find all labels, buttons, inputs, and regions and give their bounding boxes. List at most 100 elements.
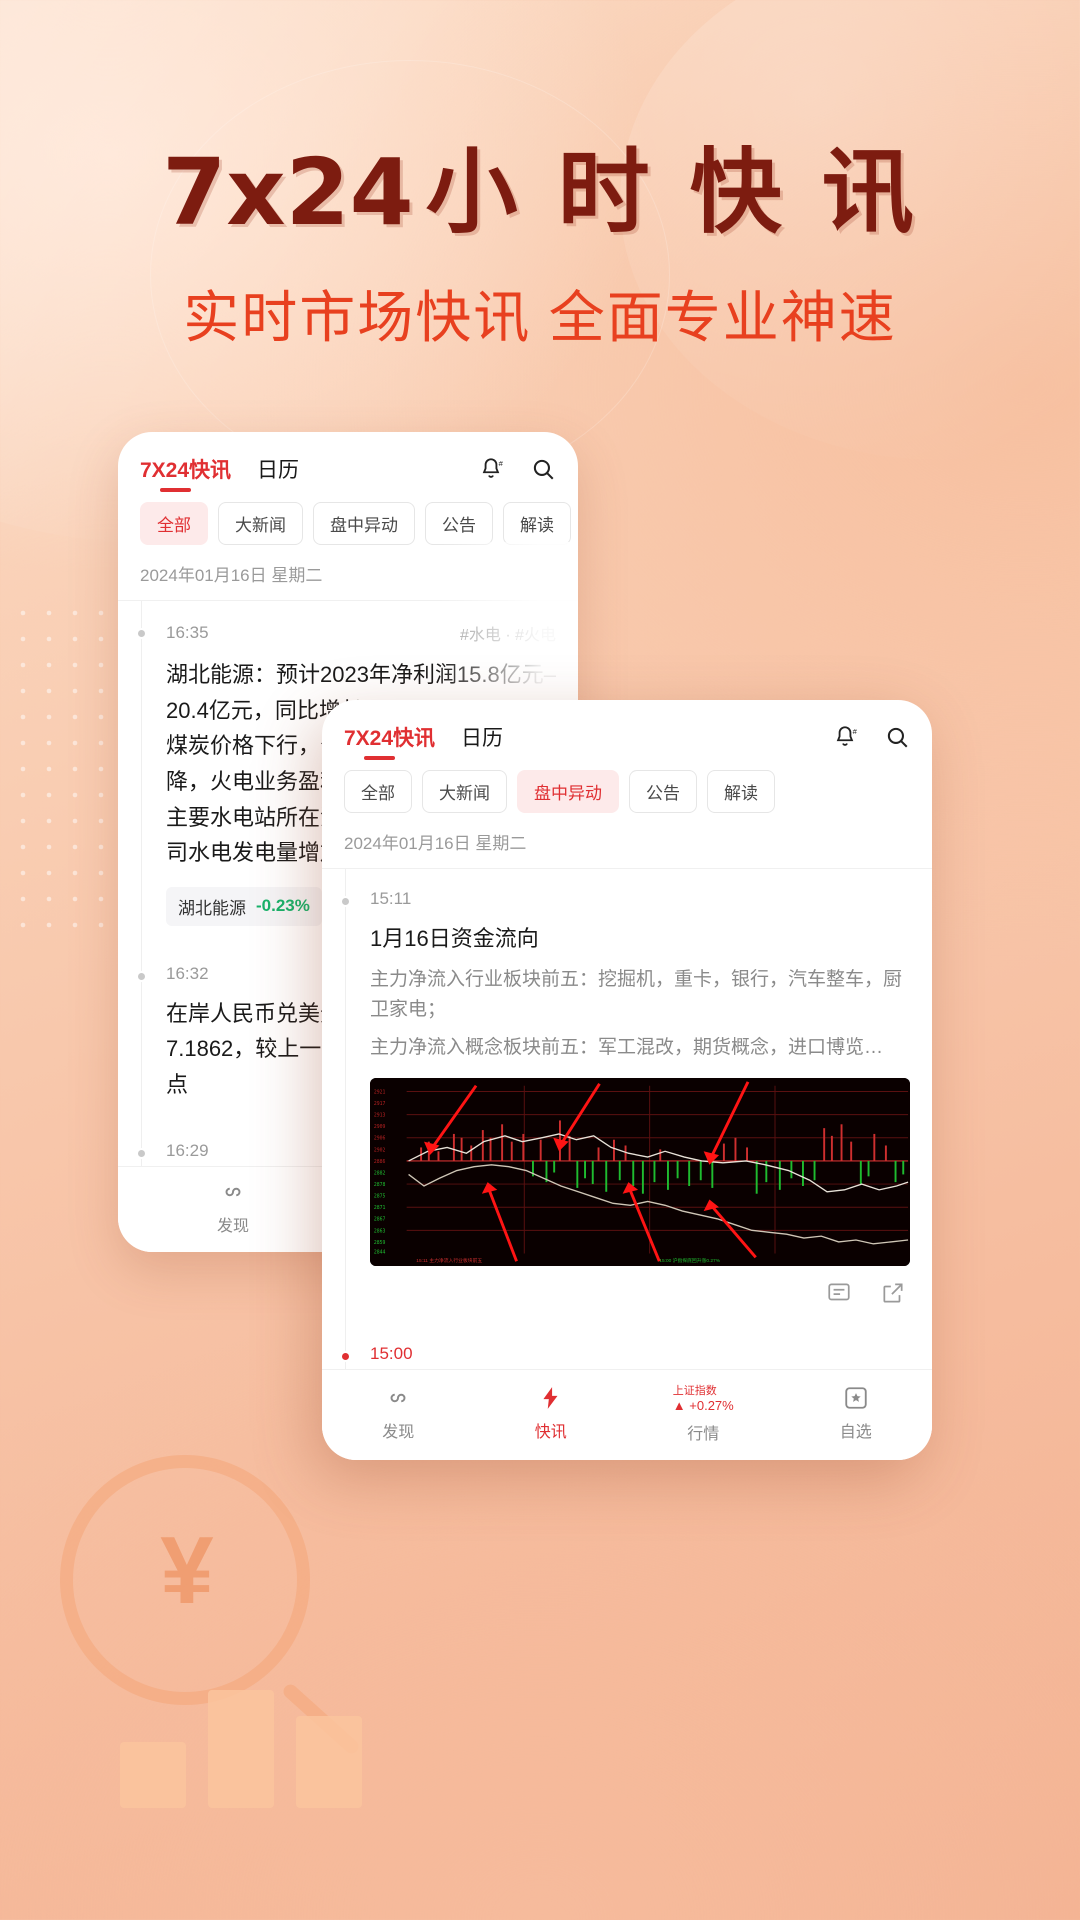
search-icon[interactable]	[530, 456, 556, 482]
card-actions	[370, 1266, 910, 1306]
bell-icon[interactable]: #	[832, 724, 858, 750]
news-item-header: 15:11	[370, 889, 910, 909]
phone-mockup-front: 7X24快讯 日历 # 全部 大新闻 盘中异动 公告 解读 2024年01月16…	[322, 700, 932, 1460]
nav-label: 发现	[216, 1218, 249, 1235]
news-time: 16:29	[166, 1140, 209, 1160]
app-header: 7X24快讯 日历 #	[118, 432, 578, 492]
news-title: 1月16日资金流向	[370, 926, 539, 951]
chip-interpretation[interactable]: 解读	[503, 502, 571, 545]
bell-icon[interactable]: #	[478, 456, 504, 482]
tab-7x24-news[interactable]: 7X24快讯	[140, 454, 231, 492]
svg-text:2867: 2867	[374, 1217, 386, 1223]
chip-intraday[interactable]: 盘中异动	[313, 502, 415, 545]
stock-badge[interactable]: 湖北能源 -0.23%	[166, 886, 322, 926]
chip-big-news[interactable]: 大新闻	[422, 770, 507, 813]
svg-text:2886: 2886	[374, 1159, 386, 1165]
share-icon[interactable]	[880, 1280, 906, 1306]
news-tags[interactable]: #水电 · #火电	[460, 621, 556, 645]
timeline-dot-icon	[136, 1147, 147, 1159]
svg-text:2875: 2875	[374, 1193, 386, 1199]
header-icons: #	[478, 456, 556, 482]
news-time: 15:00	[370, 1343, 413, 1363]
news-item[interactable]: 15:11 1月16日资金流向 主力净流入行业板块前五：挖掘机，重卡，银行，汽车…	[322, 869, 932, 1324]
tab-calendar[interactable]: 日历	[461, 722, 503, 752]
nav-discover[interactable]: 发现	[197, 1179, 269, 1236]
search-icon[interactable]	[884, 724, 910, 750]
nav-label: 自选	[839, 1423, 872, 1441]
svg-text:2902: 2902	[374, 1147, 386, 1153]
decor-block	[208, 1690, 274, 1808]
stock-name: 湖北能源	[178, 898, 246, 918]
news-item-header: 16:35 #水电 · #火电	[166, 621, 556, 645]
news-item-header: 15:00	[370, 1344, 910, 1364]
news-body-line: 主力净流入行业板块前五：挖掘机，重卡，银行，汽车整车，厨卫家电；	[370, 968, 903, 1021]
news-time: 16:32	[166, 963, 209, 983]
chip-intraday[interactable]: 盘中异动	[517, 770, 619, 813]
svg-text:2878: 2878	[374, 1182, 386, 1188]
svg-text:2906: 2906	[374, 1136, 386, 1142]
nav-quotes[interactable]: 上证指数 ▲ +0.27% 行情	[667, 1382, 739, 1444]
chip-announcement[interactable]: 公告	[425, 502, 493, 545]
header-icons: #	[832, 724, 910, 750]
nav-watchlist[interactable]: 自选	[820, 1385, 892, 1442]
svg-text:2921: 2921	[374, 1089, 386, 1095]
flash-icon	[543, 1386, 558, 1409]
news-time: 15:11	[370, 889, 412, 908]
timeline-dot-icon	[136, 628, 147, 639]
svg-text:2863: 2863	[374, 1228, 386, 1234]
decor-block	[120, 1742, 186, 1808]
timeline-dot-icon	[340, 1350, 351, 1362]
stock-change: -0.23%	[256, 896, 310, 916]
market-flow-chart[interactable]: 2921 2917 2913 2909 2906 2902 2886 2882 2878 2…	[370, 1077, 910, 1266]
tab-7x24-news[interactable]: 7X24快讯	[344, 722, 435, 760]
svg-text:15:00 沪指探底回升涨0.27%: 15:00 沪指探底回升涨0.27%	[659, 1257, 720, 1264]
index-quote: 上证指数 ▲ +0.27%	[673, 1382, 734, 1413]
svg-text:2917: 2917	[374, 1101, 386, 1107]
svg-text:15:11 主力净流入行业板块前五: 15:11 主力净流入行业板块前五	[416, 1257, 482, 1264]
compass-icon	[390, 1393, 406, 1402]
news-time: 16:35	[166, 623, 209, 642]
svg-text:#: #	[499, 459, 504, 468]
svg-text:2909: 2909	[374, 1124, 386, 1130]
nav-discover[interactable]: 发现	[362, 1385, 434, 1442]
decor-block	[296, 1716, 362, 1808]
comment-icon[interactable]	[826, 1280, 852, 1306]
background-dot-grid	[10, 600, 120, 930]
svg-text:2859: 2859	[374, 1240, 386, 1246]
poster-headline: 7x24 小 时 快 讯 实时市场快讯 全面专业神速	[0, 118, 1080, 354]
chip-big-news[interactable]: 大新闻	[218, 502, 303, 545]
magnifier-icon	[60, 1455, 310, 1705]
poster-title: 7x24 小 时 快 讯	[0, 118, 1080, 251]
svg-text:2882: 2882	[374, 1170, 386, 1176]
timeline-dot-icon	[136, 970, 147, 982]
svg-text:2871: 2871	[374, 1205, 386, 1211]
poster-subtitle: 实时市场快讯 全面专业神速	[183, 286, 897, 349]
svg-text:#: #	[853, 727, 858, 736]
tab-calendar[interactable]: 日历	[257, 454, 299, 484]
timeline-dot-icon	[340, 896, 351, 907]
chip-all[interactable]: 全部	[140, 502, 208, 545]
filter-chip-row: 全部 大新闻 盘中异动 公告 解读	[118, 484, 578, 545]
svg-text:2913: 2913	[374, 1112, 386, 1118]
index-change: ▲ +0.27%	[672, 1398, 734, 1413]
bottom-nav: 发现 快讯 上证指数 ▲ +0.27% 行情 自选	[322, 1369, 932, 1460]
market-flow-chart-svg: 2921 2917 2913 2909 2906 2902 2886 2882 2878 2…	[370, 1077, 910, 1266]
chip-interpretation[interactable]: 解读	[707, 770, 775, 813]
news-body-line: 主力净流入概念板块前五：军工混改，期货概念，进口博览…	[370, 1037, 884, 1059]
feed-date-label: 2024年01月16日 星期二	[322, 813, 932, 869]
currency-icon: ¥	[160, 1517, 214, 1624]
nav-label: 快讯	[534, 1423, 567, 1441]
compass-icon	[225, 1187, 241, 1197]
chip-all[interactable]: 全部	[344, 770, 412, 813]
star-box-icon	[845, 1386, 867, 1409]
filter-chip-row: 全部 大新闻 盘中异动 公告 解读	[322, 752, 932, 813]
index-name: 上证指数	[672, 1385, 717, 1397]
poster-title-en: 7x24	[162, 139, 414, 246]
poster-title-cn: 小 时 快 讯	[425, 139, 918, 246]
app-header: 7X24快讯 日历 #	[322, 700, 932, 760]
svg-text:2844: 2844	[374, 1249, 386, 1255]
feed-date-label: 2024年01月16日 星期二	[118, 545, 578, 601]
chip-announcement[interactable]: 公告	[629, 770, 697, 813]
nav-label: 行情	[687, 1426, 720, 1443]
nav-news[interactable]: 快讯	[515, 1385, 587, 1442]
